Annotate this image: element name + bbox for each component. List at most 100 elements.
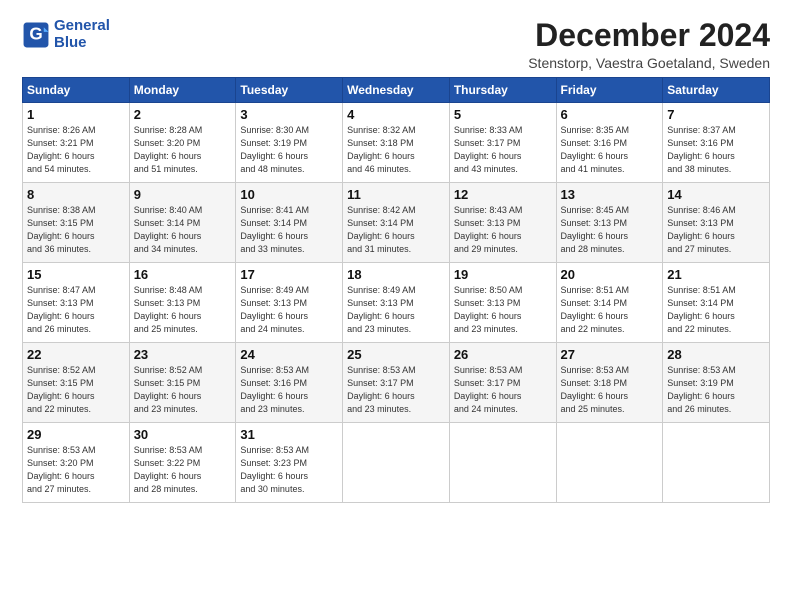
day-cell: 24 Sunrise: 8:53 AM Sunset: 3:16 PM Dayli…	[236, 343, 343, 423]
day-info: Sunrise: 8:28 AM Sunset: 3:20 PM Dayligh…	[134, 124, 232, 176]
day-cell: 21 Sunrise: 8:51 AM Sunset: 3:14 PM Dayli…	[663, 263, 770, 343]
day-info: Sunrise: 8:49 AM Sunset: 3:13 PM Dayligh…	[240, 284, 338, 336]
day-number: 1	[27, 107, 125, 122]
col-header-sunday: Sunday	[23, 78, 130, 103]
day-number: 4	[347, 107, 445, 122]
day-info: Sunrise: 8:33 AM Sunset: 3:17 PM Dayligh…	[454, 124, 552, 176]
day-info: Sunrise: 8:52 AM Sunset: 3:15 PM Dayligh…	[134, 364, 232, 416]
day-cell: 6 Sunrise: 8:35 AM Sunset: 3:16 PM Daylig…	[556, 103, 663, 183]
logo: G General Blue	[22, 18, 110, 51]
day-info: Sunrise: 8:51 AM Sunset: 3:14 PM Dayligh…	[667, 284, 765, 336]
day-number: 6	[561, 107, 659, 122]
day-info: Sunrise: 8:37 AM Sunset: 3:16 PM Dayligh…	[667, 124, 765, 176]
day-number: 24	[240, 347, 338, 362]
day-info: Sunrise: 8:42 AM Sunset: 3:14 PM Dayligh…	[347, 204, 445, 256]
col-header-monday: Monday	[129, 78, 236, 103]
day-info: Sunrise: 8:52 AM Sunset: 3:15 PM Dayligh…	[27, 364, 125, 416]
col-header-thursday: Thursday	[449, 78, 556, 103]
day-cell: 10 Sunrise: 8:41 AM Sunset: 3:14 PM Dayli…	[236, 183, 343, 263]
week-row-2: 8 Sunrise: 8:38 AM Sunset: 3:15 PM Daylig…	[23, 183, 770, 263]
logo-icon: G	[22, 21, 50, 49]
day-number: 22	[27, 347, 125, 362]
day-info: Sunrise: 8:53 AM Sunset: 3:17 PM Dayligh…	[454, 364, 552, 416]
day-info: Sunrise: 8:45 AM Sunset: 3:13 PM Dayligh…	[561, 204, 659, 256]
day-info: Sunrise: 8:53 AM Sunset: 3:19 PM Dayligh…	[667, 364, 765, 416]
col-header-tuesday: Tuesday	[236, 78, 343, 103]
day-info: Sunrise: 8:41 AM Sunset: 3:14 PM Dayligh…	[240, 204, 338, 256]
day-cell: 12 Sunrise: 8:43 AM Sunset: 3:13 PM Dayli…	[449, 183, 556, 263]
day-cell: 8 Sunrise: 8:38 AM Sunset: 3:15 PM Daylig…	[23, 183, 130, 263]
day-number: 27	[561, 347, 659, 362]
day-cell: 23 Sunrise: 8:52 AM Sunset: 3:15 PM Dayli…	[129, 343, 236, 423]
day-number: 13	[561, 187, 659, 202]
day-number: 8	[27, 187, 125, 202]
day-info: Sunrise: 8:53 AM Sunset: 3:17 PM Dayligh…	[347, 364, 445, 416]
day-number: 11	[347, 187, 445, 202]
day-cell: 27Sunrise: 8:53 AM Sunset: 3:18 PM Dayli…	[556, 343, 663, 423]
day-cell: 2 Sunrise: 8:28 AM Sunset: 3:20 PM Daylig…	[129, 103, 236, 183]
col-header-wednesday: Wednesday	[343, 78, 450, 103]
logo-line1: General	[54, 17, 110, 34]
week-row-4: 22 Sunrise: 8:52 AM Sunset: 3:15 PM Dayli…	[23, 343, 770, 423]
day-number: 25	[347, 347, 445, 362]
day-info: Sunrise: 8:48 AM Sunset: 3:13 PM Dayligh…	[134, 284, 232, 336]
day-number: 31	[240, 427, 338, 442]
day-number: 19	[454, 267, 552, 282]
day-cell: 22 Sunrise: 8:52 AM Sunset: 3:15 PM Dayli…	[23, 343, 130, 423]
header-row: SundayMondayTuesdayWednesdayThursdayFrid…	[23, 78, 770, 103]
day-info: Sunrise: 8:51 AM Sunset: 3:14 PM Dayligh…	[561, 284, 659, 336]
svg-text:G: G	[29, 24, 42, 43]
day-cell: 20Sunrise: 8:51 AM Sunset: 3:14 PM Dayli…	[556, 263, 663, 343]
day-info: Sunrise: 8:53 AM Sunset: 3:22 PM Dayligh…	[134, 444, 232, 496]
day-number: 23	[134, 347, 232, 362]
day-cell: 16Sunrise: 8:48 AM Sunset: 3:13 PM Dayli…	[129, 263, 236, 343]
day-number: 21	[667, 267, 765, 282]
logo-line2: Blue	[54, 34, 87, 51]
day-cell	[343, 423, 450, 503]
day-cell: 1Sunrise: 8:26 AM Sunset: 3:21 PM Daylig…	[23, 103, 130, 183]
day-cell: 29Sunrise: 8:53 AM Sunset: 3:20 PM Dayli…	[23, 423, 130, 503]
day-number: 10	[240, 187, 338, 202]
calendar-page: G General Blue December 2024 Stenstorp, …	[0, 0, 792, 612]
day-cell: 31 Sunrise: 8:53 AM Sunset: 3:23 PM Dayli…	[236, 423, 343, 503]
day-info: Sunrise: 8:38 AM Sunset: 3:15 PM Dayligh…	[27, 204, 125, 256]
day-info: Sunrise: 8:53 AM Sunset: 3:20 PM Dayligh…	[27, 444, 125, 496]
day-number: 14	[667, 187, 765, 202]
day-cell: 3Sunrise: 8:30 AM Sunset: 3:19 PM Daylig…	[236, 103, 343, 183]
day-cell: 7 Sunrise: 8:37 AM Sunset: 3:16 PM Daylig…	[663, 103, 770, 183]
month-title: December 2024	[528, 18, 770, 53]
day-cell	[449, 423, 556, 503]
day-info: Sunrise: 8:35 AM Sunset: 3:16 PM Dayligh…	[561, 124, 659, 176]
day-info: Sunrise: 8:50 AM Sunset: 3:13 PM Dayligh…	[454, 284, 552, 336]
day-cell: 13 Sunrise: 8:45 AM Sunset: 3:13 PM Dayli…	[556, 183, 663, 263]
day-cell: 25 Sunrise: 8:53 AM Sunset: 3:17 PM Dayli…	[343, 343, 450, 423]
day-number: 28	[667, 347, 765, 362]
day-cell: 11 Sunrise: 8:42 AM Sunset: 3:14 PM Dayli…	[343, 183, 450, 263]
day-cell: 9Sunrise: 8:40 AM Sunset: 3:14 PM Daylig…	[129, 183, 236, 263]
week-row-1: 1Sunrise: 8:26 AM Sunset: 3:21 PM Daylig…	[23, 103, 770, 183]
page-header: G General Blue December 2024 Stenstorp, …	[22, 18, 770, 71]
day-number: 2	[134, 107, 232, 122]
day-cell: 4 Sunrise: 8:32 AM Sunset: 3:18 PM Daylig…	[343, 103, 450, 183]
day-number: 3	[240, 107, 338, 122]
title-block: December 2024 Stenstorp, Vaestra Goetala…	[528, 18, 770, 71]
day-info: Sunrise: 8:53 AM Sunset: 3:23 PM Dayligh…	[240, 444, 338, 496]
day-info: Sunrise: 8:32 AM Sunset: 3:18 PM Dayligh…	[347, 124, 445, 176]
day-info: Sunrise: 8:49 AM Sunset: 3:13 PM Dayligh…	[347, 284, 445, 336]
day-info: Sunrise: 8:40 AM Sunset: 3:14 PM Dayligh…	[134, 204, 232, 256]
day-number: 17	[240, 267, 338, 282]
day-info: Sunrise: 8:43 AM Sunset: 3:13 PM Dayligh…	[454, 204, 552, 256]
day-cell: 19 Sunrise: 8:50 AM Sunset: 3:13 PM Dayli…	[449, 263, 556, 343]
day-info: Sunrise: 8:53 AM Sunset: 3:16 PM Dayligh…	[240, 364, 338, 416]
day-number: 7	[667, 107, 765, 122]
week-row-5: 29Sunrise: 8:53 AM Sunset: 3:20 PM Dayli…	[23, 423, 770, 503]
day-cell	[556, 423, 663, 503]
day-cell: 28 Sunrise: 8:53 AM Sunset: 3:19 PM Dayli…	[663, 343, 770, 423]
day-number: 5	[454, 107, 552, 122]
day-info: Sunrise: 8:47 AM Sunset: 3:13 PM Dayligh…	[27, 284, 125, 336]
day-info: Sunrise: 8:46 AM Sunset: 3:13 PM Dayligh…	[667, 204, 765, 256]
day-cell: 30Sunrise: 8:53 AM Sunset: 3:22 PM Dayli…	[129, 423, 236, 503]
logo-text: General Blue	[54, 18, 110, 51]
day-number: 12	[454, 187, 552, 202]
col-header-saturday: Saturday	[663, 78, 770, 103]
